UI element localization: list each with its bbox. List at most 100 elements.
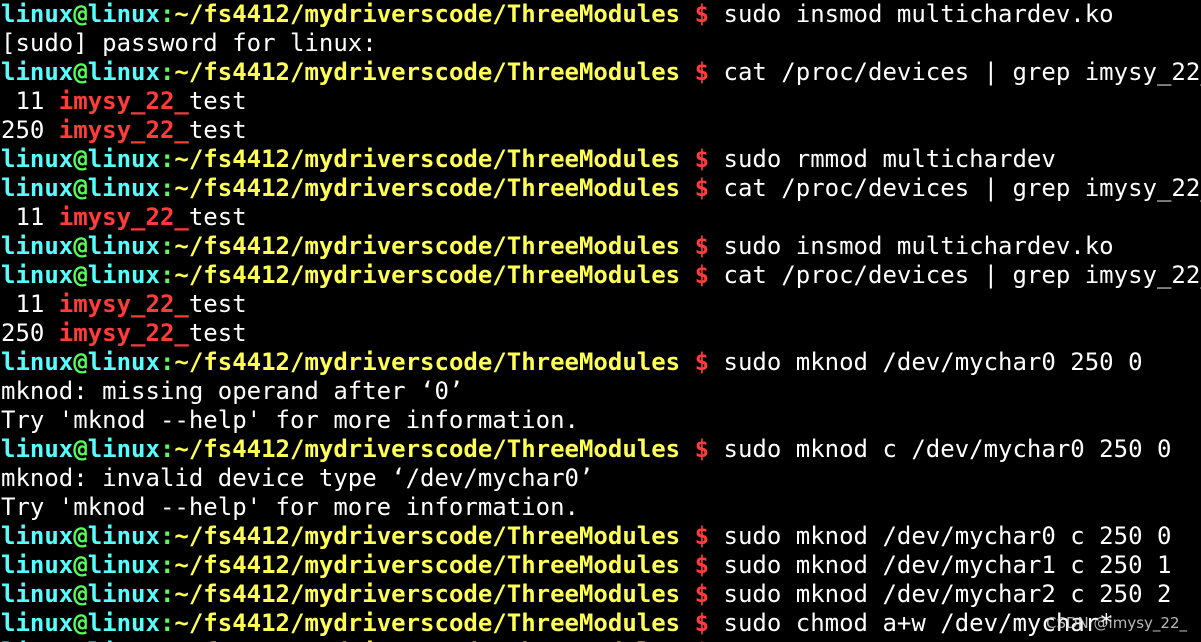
csdn-watermark: CSDN @imysy_22_	[1046, 614, 1187, 632]
prompt-symbol: $	[680, 232, 724, 260]
output-text: 250	[1, 319, 59, 347]
prompt-host: linux	[87, 261, 160, 289]
prompt-colon: :	[159, 174, 175, 202]
prompt-user: linux	[1, 522, 74, 550]
grep-match-text: imysy_22_	[58, 319, 189, 347]
output-line: mknod: invalid device type ‘/dev/mychar0…	[1, 464, 1201, 493]
prompt-user: linux	[1, 0, 74, 28]
prompt-symbol: $	[680, 609, 724, 637]
output-text: 11	[1, 290, 59, 318]
prompt-host: linux	[87, 145, 160, 173]
prompt-line: linux@linux:~/fs4412/mydriverscode/Three…	[1, 638, 1201, 642]
prompt-path: ~/fs4412/mydriverscode/ThreeModules	[174, 580, 681, 608]
prompt-user: linux	[1, 551, 74, 579]
output-line: 11 imysy_22_test	[1, 290, 1201, 319]
output-line: 250 imysy_22_test	[1, 116, 1201, 145]
prompt-symbol: $	[680, 638, 723, 642]
prompt-host: linux	[87, 609, 160, 637]
prompt-symbol: $	[680, 522, 724, 550]
prompt-colon: :	[159, 435, 175, 463]
prompt-colon: :	[159, 580, 175, 608]
prompt-colon: :	[159, 609, 175, 637]
output-text: test	[188, 116, 247, 144]
grep-match-text: imysy_22_	[58, 203, 189, 231]
prompt-colon: :	[159, 145, 175, 173]
prompt-path: ~/fs4412/mydriverscode/ThreeModules	[174, 435, 681, 463]
prompt-symbol: $	[680, 261, 724, 289]
prompt-line: linux@linux:~/fs4412/mydriverscode/Three…	[1, 348, 1201, 377]
prompt-line: linux@linux:~/fs4412/mydriverscode/Three…	[1, 261, 1201, 290]
prompt-line: linux@linux:~/fs4412/mydriverscode/Three…	[1, 609, 1201, 638]
prompt-at: @	[73, 232, 88, 260]
prompt-host: linux	[87, 0, 160, 28]
command-text: sudo mknod /dev/mychar1 c 250 1	[723, 551, 1172, 579]
prompt-at: @	[73, 435, 88, 463]
prompt-colon: :	[159, 58, 175, 86]
prompt-line: linux@linux:~/fs4412/mydriverscode/Three…	[1, 58, 1201, 87]
command-text: sudo mknod /dev/mychar2 c 250 2	[723, 580, 1172, 608]
prompt-host: linux	[88, 638, 160, 642]
prompt-path: ~/fs4412/mydriverscode/ThreeModules	[174, 232, 681, 260]
output-text: mknod: invalid device type ‘/dev/mychar0…	[1, 464, 594, 492]
prompt-line: linux@linux:~/fs4412/mydriverscode/Three…	[1, 232, 1201, 261]
command-text: sudo mknod c /dev/mychar0 250 0	[723, 435, 1172, 463]
prompt-at: @	[73, 174, 88, 202]
prompt-symbol: $	[680, 58, 724, 86]
prompt-host: linux	[87, 232, 160, 260]
command-text: sudo mknod /dev/mychar0 c 250 0	[723, 522, 1172, 550]
output-text: test	[188, 203, 247, 231]
output-text: 11	[1, 203, 59, 231]
prompt-colon: :	[159, 261, 175, 289]
prompt-host: linux	[87, 58, 160, 86]
prompt-path: ~/fs4412/mydriverscode/ThreeModules	[174, 0, 681, 28]
prompt-line: linux@linux:~/fs4412/mydriverscode/Three…	[1, 174, 1201, 203]
prompt-path: ~/fs4412/mydriverscode/ThreeModules	[174, 638, 680, 642]
output-line: Try 'mknod --help' for more information.	[1, 406, 1201, 435]
prompt-colon: :	[159, 348, 175, 376]
prompt-path: ~/fs4412/mydriverscode/ThreeModules	[174, 348, 681, 376]
output-text: mknod: missing operand after ‘0’	[1, 377, 464, 405]
prompt-at: @	[73, 261, 88, 289]
prompt-host: linux	[87, 435, 160, 463]
prompt-at: @	[73, 638, 87, 642]
prompt-at: @	[73, 580, 88, 608]
prompt-host: linux	[87, 174, 160, 202]
output-text: Try 'mknod --help' for more information.	[1, 493, 579, 521]
prompt-colon: :	[159, 232, 175, 260]
output-text: test	[188, 319, 247, 347]
prompt-user: linux	[1, 609, 74, 637]
output-line: 11 imysy_22_test	[1, 203, 1201, 232]
output-line: [sudo] password for linux:	[1, 29, 1201, 58]
output-text: 11	[1, 87, 59, 115]
output-text: Try 'mknod --help' for more information.	[1, 406, 579, 434]
command-text: sudo insmod multichardev.ko	[723, 232, 1114, 260]
prompt-colon: :	[159, 551, 175, 579]
prompt-symbol: $	[680, 174, 724, 202]
prompt-at: @	[73, 0, 88, 28]
terminal-window[interactable]: linux@linux:~/fs4412/mydriverscode/Three…	[0, 0, 1201, 642]
prompt-user: linux	[1, 174, 74, 202]
command-text: cat /proc/devices | grep imysy_22_	[723, 58, 1201, 86]
command-text: sudo rmmod multichardev	[723, 145, 1056, 173]
grep-match-text: imysy_22_	[58, 87, 189, 115]
prompt-host: linux	[87, 580, 160, 608]
prompt-at: @	[73, 522, 88, 550]
prompt-symbol: $	[680, 580, 724, 608]
prompt-user: linux	[1, 145, 74, 173]
prompt-path: ~/fs4412/mydriverscode/ThreeModules	[174, 58, 681, 86]
prompt-host: linux	[87, 551, 160, 579]
prompt-symbol: $	[680, 551, 724, 579]
prompt-colon: :	[160, 638, 174, 642]
prompt-user: linux	[1, 348, 74, 376]
prompt-host: linux	[87, 522, 160, 550]
prompt-line: linux@linux:~/fs4412/mydriverscode/Three…	[1, 580, 1201, 609]
prompt-path: ~/fs4412/mydriverscode/ThreeModules	[174, 261, 681, 289]
output-text: test	[188, 87, 247, 115]
prompt-line: linux@linux:~/fs4412/mydriverscode/Three…	[1, 0, 1201, 29]
prompt-user: linux	[1, 58, 74, 86]
prompt-line: linux@linux:~/fs4412/mydriverscode/Three…	[1, 522, 1201, 551]
prompt-user: linux	[1, 580, 74, 608]
prompt-line: linux@linux:~/fs4412/mydriverscode/Three…	[1, 145, 1201, 174]
prompt-line: linux@linux:~/fs4412/mydriverscode/Three…	[1, 551, 1201, 580]
prompt-path: ~/fs4412/mydriverscode/ThreeModules	[174, 609, 681, 637]
